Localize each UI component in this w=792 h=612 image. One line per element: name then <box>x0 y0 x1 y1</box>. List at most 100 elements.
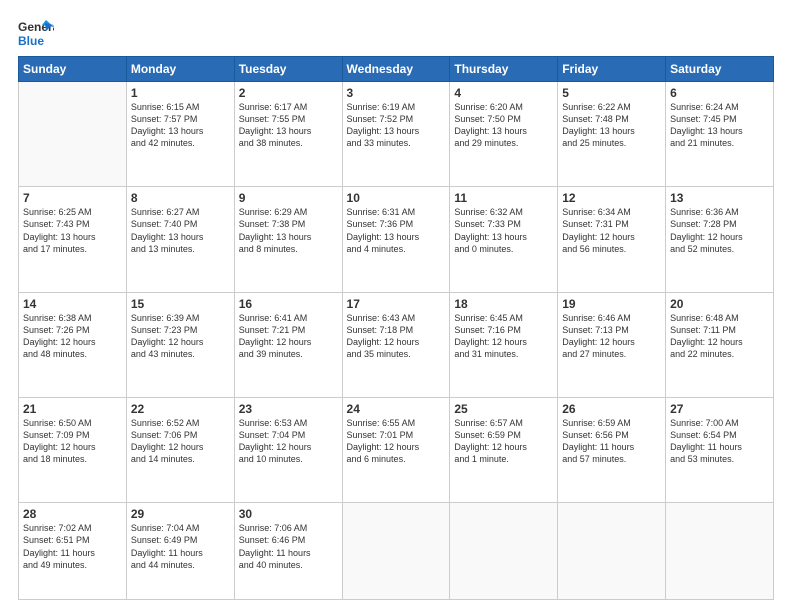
day-number: 28 <box>23 507 122 521</box>
day-number: 14 <box>23 297 122 311</box>
calendar-header-wednesday: Wednesday <box>342 57 450 82</box>
day-number: 5 <box>562 86 661 100</box>
calendar-cell: 13Sunrise: 6:36 AM Sunset: 7:28 PM Dayli… <box>666 187 774 292</box>
cell-info: Sunrise: 6:34 AM Sunset: 7:31 PM Dayligh… <box>562 206 661 255</box>
calendar-cell: 20Sunrise: 6:48 AM Sunset: 7:11 PM Dayli… <box>666 292 774 397</box>
calendar-cell <box>450 503 558 600</box>
calendar-cell <box>342 503 450 600</box>
calendar-cell: 22Sunrise: 6:52 AM Sunset: 7:06 PM Dayli… <box>126 397 234 502</box>
cell-info: Sunrise: 6:38 AM Sunset: 7:26 PM Dayligh… <box>23 312 122 361</box>
calendar-cell: 24Sunrise: 6:55 AM Sunset: 7:01 PM Dayli… <box>342 397 450 502</box>
cell-info: Sunrise: 6:53 AM Sunset: 7:04 PM Dayligh… <box>239 417 338 466</box>
day-number: 18 <box>454 297 553 311</box>
calendar-cell: 14Sunrise: 6:38 AM Sunset: 7:26 PM Dayli… <box>19 292 127 397</box>
calendar-cell: 23Sunrise: 6:53 AM Sunset: 7:04 PM Dayli… <box>234 397 342 502</box>
logo-icon: General Blue <box>18 18 54 48</box>
calendar-cell: 2Sunrise: 6:17 AM Sunset: 7:55 PM Daylig… <box>234 82 342 187</box>
header: General Blue <box>18 18 774 48</box>
calendar-cell: 30Sunrise: 7:06 AM Sunset: 6:46 PM Dayli… <box>234 503 342 600</box>
calendar-cell: 11Sunrise: 6:32 AM Sunset: 7:33 PM Dayli… <box>450 187 558 292</box>
calendar-cell: 3Sunrise: 6:19 AM Sunset: 7:52 PM Daylig… <box>342 82 450 187</box>
day-number: 8 <box>131 191 230 205</box>
calendar-cell: 6Sunrise: 6:24 AM Sunset: 7:45 PM Daylig… <box>666 82 774 187</box>
day-number: 6 <box>670 86 769 100</box>
calendar-week-row: 21Sunrise: 6:50 AM Sunset: 7:09 PM Dayli… <box>19 397 774 502</box>
calendar-cell: 10Sunrise: 6:31 AM Sunset: 7:36 PM Dayli… <box>342 187 450 292</box>
calendar-cell: 5Sunrise: 6:22 AM Sunset: 7:48 PM Daylig… <box>558 82 666 187</box>
day-number: 30 <box>239 507 338 521</box>
cell-info: Sunrise: 6:17 AM Sunset: 7:55 PM Dayligh… <box>239 101 338 150</box>
calendar-header-friday: Friday <box>558 57 666 82</box>
calendar-header-tuesday: Tuesday <box>234 57 342 82</box>
cell-info: Sunrise: 7:06 AM Sunset: 6:46 PM Dayligh… <box>239 522 338 571</box>
cell-info: Sunrise: 6:57 AM Sunset: 6:59 PM Dayligh… <box>454 417 553 466</box>
day-number: 26 <box>562 402 661 416</box>
cell-info: Sunrise: 6:29 AM Sunset: 7:38 PM Dayligh… <box>239 206 338 255</box>
calendar-week-row: 7Sunrise: 6:25 AM Sunset: 7:43 PM Daylig… <box>19 187 774 292</box>
calendar-cell: 8Sunrise: 6:27 AM Sunset: 7:40 PM Daylig… <box>126 187 234 292</box>
cell-info: Sunrise: 6:27 AM Sunset: 7:40 PM Dayligh… <box>131 206 230 255</box>
calendar-cell: 9Sunrise: 6:29 AM Sunset: 7:38 PM Daylig… <box>234 187 342 292</box>
day-number: 3 <box>347 86 446 100</box>
cell-info: Sunrise: 7:00 AM Sunset: 6:54 PM Dayligh… <box>670 417 769 466</box>
calendar-cell: 15Sunrise: 6:39 AM Sunset: 7:23 PM Dayli… <box>126 292 234 397</box>
cell-info: Sunrise: 6:36 AM Sunset: 7:28 PM Dayligh… <box>670 206 769 255</box>
calendar-header-thursday: Thursday <box>450 57 558 82</box>
calendar-header-monday: Monday <box>126 57 234 82</box>
cell-info: Sunrise: 6:15 AM Sunset: 7:57 PM Dayligh… <box>131 101 230 150</box>
calendar-week-row: 1Sunrise: 6:15 AM Sunset: 7:57 PM Daylig… <box>19 82 774 187</box>
calendar-header-row: SundayMondayTuesdayWednesdayThursdayFrid… <box>19 57 774 82</box>
cell-info: Sunrise: 6:52 AM Sunset: 7:06 PM Dayligh… <box>131 417 230 466</box>
day-number: 25 <box>454 402 553 416</box>
day-number: 17 <box>347 297 446 311</box>
day-number: 7 <box>23 191 122 205</box>
calendar-week-row: 28Sunrise: 7:02 AM Sunset: 6:51 PM Dayli… <box>19 503 774 600</box>
day-number: 21 <box>23 402 122 416</box>
day-number: 29 <box>131 507 230 521</box>
calendar-cell: 4Sunrise: 6:20 AM Sunset: 7:50 PM Daylig… <box>450 82 558 187</box>
calendar-cell: 26Sunrise: 6:59 AM Sunset: 6:56 PM Dayli… <box>558 397 666 502</box>
day-number: 10 <box>347 191 446 205</box>
calendar-cell: 16Sunrise: 6:41 AM Sunset: 7:21 PM Dayli… <box>234 292 342 397</box>
cell-info: Sunrise: 6:22 AM Sunset: 7:48 PM Dayligh… <box>562 101 661 150</box>
cell-info: Sunrise: 6:50 AM Sunset: 7:09 PM Dayligh… <box>23 417 122 466</box>
calendar-cell: 1Sunrise: 6:15 AM Sunset: 7:57 PM Daylig… <box>126 82 234 187</box>
calendar-cell: 17Sunrise: 6:43 AM Sunset: 7:18 PM Dayli… <box>342 292 450 397</box>
cell-info: Sunrise: 6:19 AM Sunset: 7:52 PM Dayligh… <box>347 101 446 150</box>
cell-info: Sunrise: 7:04 AM Sunset: 6:49 PM Dayligh… <box>131 522 230 571</box>
day-number: 4 <box>454 86 553 100</box>
calendar-cell <box>666 503 774 600</box>
svg-text:Blue: Blue <box>18 34 44 48</box>
day-number: 12 <box>562 191 661 205</box>
cell-info: Sunrise: 6:59 AM Sunset: 6:56 PM Dayligh… <box>562 417 661 466</box>
day-number: 27 <box>670 402 769 416</box>
cell-info: Sunrise: 6:48 AM Sunset: 7:11 PM Dayligh… <box>670 312 769 361</box>
cell-info: Sunrise: 6:55 AM Sunset: 7:01 PM Dayligh… <box>347 417 446 466</box>
cell-info: Sunrise: 6:46 AM Sunset: 7:13 PM Dayligh… <box>562 312 661 361</box>
cell-info: Sunrise: 6:32 AM Sunset: 7:33 PM Dayligh… <box>454 206 553 255</box>
calendar-header-sunday: Sunday <box>19 57 127 82</box>
calendar-cell: 19Sunrise: 6:46 AM Sunset: 7:13 PM Dayli… <box>558 292 666 397</box>
day-number: 24 <box>347 402 446 416</box>
calendar-cell <box>19 82 127 187</box>
day-number: 15 <box>131 297 230 311</box>
cell-info: Sunrise: 6:31 AM Sunset: 7:36 PM Dayligh… <box>347 206 446 255</box>
day-number: 22 <box>131 402 230 416</box>
cell-info: Sunrise: 6:20 AM Sunset: 7:50 PM Dayligh… <box>454 101 553 150</box>
calendar-cell: 7Sunrise: 6:25 AM Sunset: 7:43 PM Daylig… <box>19 187 127 292</box>
calendar-cell <box>558 503 666 600</box>
cell-info: Sunrise: 6:39 AM Sunset: 7:23 PM Dayligh… <box>131 312 230 361</box>
day-number: 19 <box>562 297 661 311</box>
day-number: 2 <box>239 86 338 100</box>
day-number: 20 <box>670 297 769 311</box>
day-number: 9 <box>239 191 338 205</box>
cell-info: Sunrise: 7:02 AM Sunset: 6:51 PM Dayligh… <box>23 522 122 571</box>
calendar-cell: 21Sunrise: 6:50 AM Sunset: 7:09 PM Dayli… <box>19 397 127 502</box>
calendar-cell: 28Sunrise: 7:02 AM Sunset: 6:51 PM Dayli… <box>19 503 127 600</box>
day-number: 16 <box>239 297 338 311</box>
cell-info: Sunrise: 6:41 AM Sunset: 7:21 PM Dayligh… <box>239 312 338 361</box>
calendar-cell: 29Sunrise: 7:04 AM Sunset: 6:49 PM Dayli… <box>126 503 234 600</box>
cell-info: Sunrise: 6:45 AM Sunset: 7:16 PM Dayligh… <box>454 312 553 361</box>
calendar-cell: 18Sunrise: 6:45 AM Sunset: 7:16 PM Dayli… <box>450 292 558 397</box>
day-number: 13 <box>670 191 769 205</box>
